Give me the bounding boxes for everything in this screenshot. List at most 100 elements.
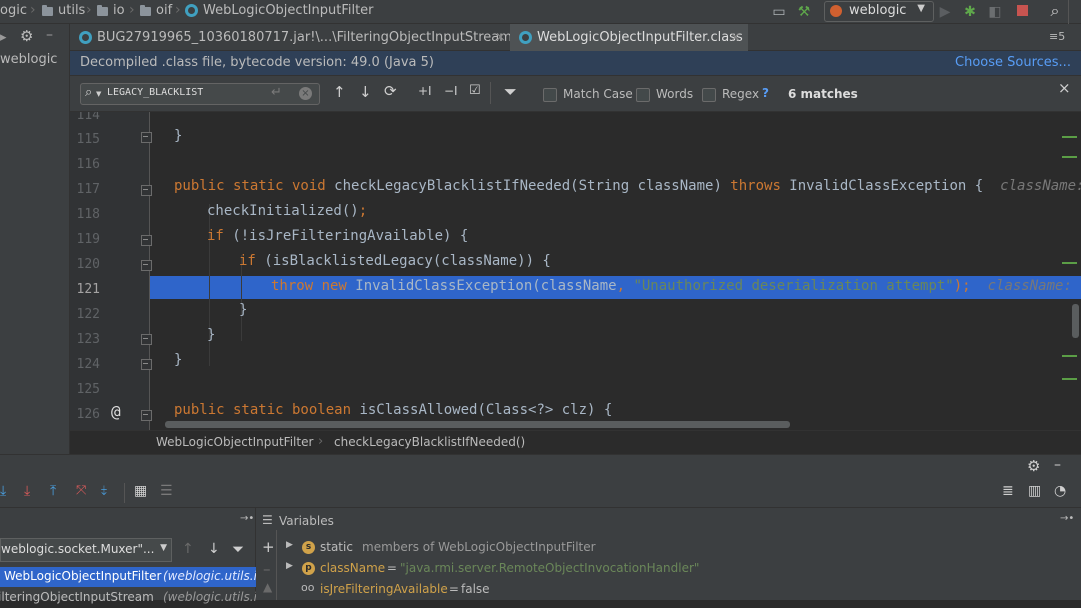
horizontal-scrollbar[interactable]	[165, 421, 790, 428]
clear-icon[interactable]: ×	[299, 87, 312, 100]
fold-marker[interactable]	[141, 132, 152, 143]
select-all-occurrences-icon[interactable]: ☑	[469, 83, 481, 98]
memory-icon[interactable]: ◔	[1054, 483, 1066, 499]
next-match-icon[interactable]: ↓	[359, 83, 372, 101]
breadcrumb-oif[interactable]: oif	[156, 3, 172, 18]
match-marker[interactable]	[1062, 355, 1077, 357]
minimize-icon[interactable]: –	[1054, 457, 1061, 473]
implements-method-icon[interactable]: @	[111, 402, 121, 421]
breadcrumb-utils[interactable]: utils	[58, 3, 85, 18]
search-field[interactable]: ⌕ ▼ LEGACY_BLACKLIST ↵ ×	[80, 83, 320, 105]
words-label[interactable]: Words	[656, 87, 693, 101]
breadcrumb-class[interactable]: WebLogicObjectInputFilter	[156, 435, 313, 449]
code-editor[interactable]: 114 115 116 117 118 119 120 121 122 123 …	[70, 112, 1081, 430]
breadcrumb-class[interactable]: WebLogicObjectInputFilter	[203, 3, 374, 18]
build-hammer-icon[interactable]: ⚒	[795, 3, 813, 21]
run-configuration-select[interactable]: weblogic ▼	[824, 1, 934, 22]
minimize-icon[interactable]: –	[46, 27, 53, 43]
restore-layout-icon[interactable]: ≣	[1002, 483, 1014, 499]
variables-list-icon: ☰	[262, 513, 273, 527]
folder-icon	[42, 5, 53, 16]
arrow-up-icon[interactable]: ▲	[263, 580, 272, 594]
run-to-cursor-icon[interactable]: ⤈	[101, 483, 107, 498]
trace-icon[interactable]: ☰	[160, 483, 173, 499]
arrow-up-icon[interactable]: ↑	[182, 541, 194, 557]
search-icon[interactable]: ⌕	[1046, 2, 1064, 20]
breadcrumb-io[interactable]: io	[113, 3, 125, 18]
filter-icon[interactable]: ⏷	[232, 540, 244, 558]
variable-value: false	[461, 582, 490, 596]
expand-triangle-icon[interactable]: ▶	[286, 561, 293, 571]
choose-sources-link[interactable]: Choose Sources...	[955, 55, 1071, 70]
layout-icon[interactable]: ▭	[770, 3, 788, 21]
layout-settings-icon[interactable]: ▥	[1028, 483, 1041, 499]
restore-icon[interactable]: →•	[240, 513, 254, 524]
force-step-into-icon[interactable]: ⤓	[24, 483, 30, 499]
match-marker[interactable]	[1062, 156, 1077, 158]
find-all-icon[interactable]: ⟳	[384, 82, 397, 100]
fold-marker[interactable]	[141, 235, 152, 246]
tabs-overflow[interactable]: ≡5	[1049, 30, 1065, 43]
match-marker[interactable]	[1062, 378, 1077, 380]
scrollbar-thumb[interactable]	[1072, 304, 1079, 338]
add-watch-icon[interactable]: +	[262, 538, 275, 556]
step-out-icon[interactable]: ⤒	[50, 483, 56, 499]
search-history-icon[interactable]: ▼	[96, 90, 101, 98]
frame-row-selected[interactable]: WebLogicObjectInputFilter (weblogic.util…	[0, 567, 256, 587]
words-checkbox[interactable]	[636, 88, 650, 102]
code-text: isClassAllowed(Class<?> clz) {	[351, 402, 613, 418]
restore-icon[interactable]: →•	[1060, 513, 1074, 524]
fold-marker[interactable]	[141, 334, 152, 345]
remove-watch-icon[interactable]: –	[263, 560, 271, 578]
coverage-icon[interactable]: ◧	[986, 3, 1004, 21]
add-occurrence-icon[interactable]: +I	[418, 84, 432, 98]
regex-help-link[interactable]: ?	[762, 86, 769, 100]
step-into-icon[interactable]: ⤓	[0, 483, 6, 499]
new-line-icon[interactable]: ↵	[271, 85, 282, 100]
search-input[interactable]: LEGACY_BLACKLIST	[107, 87, 203, 98]
line-number: 117	[76, 182, 100, 197]
match-case-checkbox[interactable]	[543, 88, 557, 102]
project-tree-item[interactable]: weblogic	[0, 52, 57, 67]
filter-icon[interactable]: ⏷	[504, 82, 517, 102]
thread-select-value: weblogic.socket.Muxer"...	[1, 542, 155, 556]
match-marker[interactable]	[1062, 262, 1077, 264]
parameter-icon: p	[302, 562, 315, 575]
stop-icon[interactable]	[1017, 5, 1028, 16]
regex-label[interactable]: Regex	[722, 87, 759, 101]
remove-occurrence-icon[interactable]: −I	[444, 84, 458, 98]
tab-filtering-object-input-stream[interactable]: BUG27919965_10360180717.jar!\...\Filteri…	[70, 24, 548, 51]
variable-row[interactable]: ▶ s static members of WebLogicObjectInpu…	[284, 538, 1064, 558]
thread-select[interactable]: weblogic.socket.Muxer"... ▼	[0, 538, 172, 562]
evaluate-expression-icon[interactable]: ▦	[134, 483, 147, 499]
close-icon[interactable]: ×	[730, 24, 741, 51]
breadcrumb-module[interactable]: ogic	[0, 3, 27, 18]
regex-checkbox[interactable]	[702, 88, 716, 102]
code-line-126: public static boolean isClassAllowed(Cla…	[174, 402, 612, 418]
vertical-scrollbar[interactable]	[1066, 112, 1081, 430]
fold-marker[interactable]	[141, 260, 152, 271]
close-icon[interactable]: ×	[495, 24, 506, 51]
fold-marker[interactable]	[141, 359, 152, 370]
close-icon[interactable]: ×	[1058, 79, 1071, 97]
fold-marker[interactable]	[141, 410, 152, 421]
banner-text: Decompiled .class file, bytecode version…	[80, 55, 434, 70]
match-marker[interactable]	[1062, 136, 1077, 138]
variable-row[interactable]: oo isJreFilteringAvailable = false	[284, 580, 1064, 600]
chevron-icon[interactable]: ▸	[0, 30, 7, 45]
gear-icon[interactable]: ⚙	[20, 27, 33, 45]
debug-bug-icon[interactable]: ✱	[961, 3, 979, 21]
variable-row[interactable]: ▶ p className = "java.rmi.server.RemoteO…	[284, 559, 1064, 579]
frame-row[interactable]: FilteringObjectInputStream (weblogic.uti…	[0, 588, 256, 608]
fold-marker[interactable]	[141, 185, 152, 196]
run-icon[interactable]: ▶	[936, 3, 954, 21]
gear-icon[interactable]: ⚙	[1027, 457, 1040, 475]
arrow-down-icon[interactable]: ↓	[208, 541, 220, 557]
match-case-label[interactable]: Match Case	[563, 87, 633, 101]
tab-weblogic-object-input-filter[interactable]: WebLogicObjectInputFilter.class ×	[510, 24, 748, 54]
previous-match-icon[interactable]: ↑	[333, 83, 346, 101]
breadcrumb-method[interactable]: checkLegacyBlacklistIfNeeded()	[334, 435, 525, 449]
search-icon[interactable]: ⌕	[85, 85, 92, 100]
drop-frame-icon[interactable]: ⤧	[76, 483, 86, 498]
expand-triangle-icon[interactable]: ▶	[286, 540, 293, 550]
